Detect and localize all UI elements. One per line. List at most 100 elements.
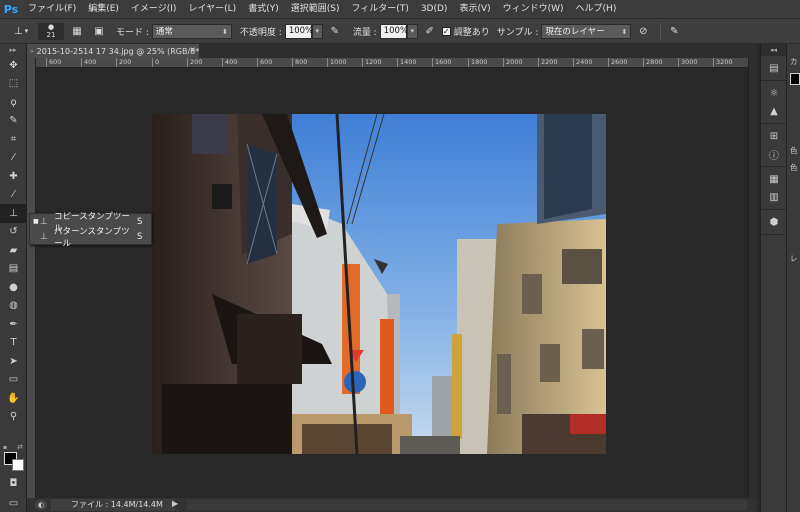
screen-mode-icon[interactable]: ▭ (0, 494, 27, 512)
flyout-item-shortcut: S (137, 216, 143, 227)
ruler-tick: 400 (222, 58, 237, 67)
collapse-icon[interactable]: ◂◂ (761, 44, 786, 56)
menu-help[interactable]: ヘルプ(H) (570, 0, 623, 19)
menu-file[interactable]: ファイル(F) (22, 0, 82, 19)
menu-type[interactable]: 書式(Y) (242, 0, 285, 19)
status-menu-arrow-icon[interactable]: ▶ (172, 499, 178, 508)
flow-slider-toggle[interactable]: ▾ (406, 23, 418, 39)
ruler-tick: 3000 (678, 58, 698, 67)
tool-flyout-menu: ■ ⊥ コピースタンプツール S ⊥ パターンスタンプツール S (29, 212, 152, 249)
zoom-indicator-icon[interactable]: ◐ (35, 500, 47, 510)
airbrush-button[interactable]: ✐ (422, 23, 438, 40)
crop-tool-icon[interactable]: ⌗ (0, 130, 27, 149)
menu-select[interactable]: 選択範囲(S) (285, 0, 346, 19)
ruler-tick: 1200 (362, 58, 382, 67)
sample-select[interactable]: 現在のレイヤー ⬍ (541, 23, 632, 39)
panel-tab-color[interactable]: カ (787, 56, 800, 67)
clone-stamp-icon: ⊥ (40, 216, 48, 227)
pen-tool-icon[interactable]: ✒ (0, 315, 27, 334)
ruler-tick: 2200 (538, 58, 558, 67)
background-color-swatch[interactable] (12, 459, 24, 471)
clone-source-panel-toggle[interactable]: ▣ (90, 23, 108, 40)
photoshop-logo: Ps (3, 2, 19, 16)
clone-stamp-tool-icon[interactable]: ⊥ (0, 204, 27, 223)
marquee-tool-icon[interactable]: ⬚ (0, 75, 27, 94)
swatches-panel-icon[interactable]: ▦ (761, 170, 787, 188)
blur-tool-icon[interactable]: ● (0, 278, 27, 297)
notes-panel-icon[interactable]: ▥ (761, 188, 787, 206)
color-panel-swatch[interactable] (790, 73, 800, 85)
quick-selection-tool-icon[interactable]: ✎ (0, 112, 27, 131)
menu-edit[interactable]: 編集(E) (82, 0, 125, 19)
brush-tool-icon[interactable]: ⁄ (0, 186, 27, 205)
tool-preset-picker[interactable]: ⊥ ▾ (8, 23, 34, 40)
tablet-pressure-opacity-button[interactable]: ✎ (327, 23, 343, 40)
document-tab[interactable]: » 2015-10-2514 17 34.jpg @ 25% (RGB/8*) … (27, 44, 199, 58)
ruler-tick: 200 (187, 58, 202, 67)
brush-panel-toggle[interactable]: ▦ (68, 23, 86, 40)
quick-mask-icon[interactable]: ◘ (0, 474, 27, 493)
histogram-panel-icon[interactable]: ▲ (761, 102, 787, 120)
brush-size: 21 (46, 31, 56, 39)
hand-tool-icon[interactable]: ✋ (0, 389, 27, 408)
horizontal-scrollbar[interactable] (187, 500, 747, 510)
info-panel-icon[interactable]: ⓘ (761, 145, 787, 163)
menu-3d[interactable]: 3D(D) (415, 0, 454, 19)
3d-panel-icon[interactable]: ⬢ (761, 213, 787, 231)
horizontal-ruler[interactable]: 600 400 200 0 200 400 600 800 1000 1200 … (36, 58, 748, 68)
chevron-down-icon: ⬍ (621, 27, 628, 36)
menu-view[interactable]: 表示(V) (453, 0, 496, 19)
move-tool-icon[interactable]: ✥ (0, 56, 27, 75)
eraser-tool-icon[interactable]: ▰ (0, 241, 27, 260)
collapse-icon[interactable]: ▸▸ (0, 44, 26, 56)
swap-colors-icon[interactable]: ⇄ (17, 443, 23, 451)
panel-tab-styles[interactable]: 色 (787, 162, 800, 173)
opacity-label: 不透明度 : (239, 27, 282, 38)
healing-brush-tool-icon[interactable]: ✚ (0, 167, 27, 186)
zoom-tool-icon[interactable]: ⚲ (0, 408, 27, 427)
menu-window[interactable]: ウィンドウ(W) (497, 0, 570, 19)
mode-label: モード : (116, 27, 149, 38)
rectangle-tool-icon[interactable]: ▭ (0, 371, 27, 390)
panel-tab-adjustments[interactable]: 色 (787, 145, 800, 156)
clone-source-panel-icon[interactable]: ⊞ (761, 127, 787, 145)
dodge-tool-icon[interactable]: ◍ (0, 297, 27, 316)
flow-input[interactable]: 100% (379, 23, 408, 39)
ruler-tick: 1000 (327, 58, 347, 67)
close-icon[interactable]: × (189, 45, 196, 54)
type-tool-icon[interactable]: T (0, 334, 27, 353)
gradient-tool-icon[interactable]: ▤ (0, 260, 27, 279)
history-panel-icon[interactable]: ▤ (761, 59, 787, 77)
collapse-icon: » (30, 47, 34, 55)
opacity-input[interactable]: 100% (284, 23, 313, 39)
vertical-ruler[interactable] (27, 58, 36, 498)
options-bar: ⊥ ▾ ● 21 ▦ ▣ モード : 通常 ⬍ 不透明度 : 100% ▾ ✎ 流… (0, 19, 800, 44)
vertical-scrollbar[interactable] (748, 58, 757, 498)
adjustments-panel-icon[interactable]: ☼ (761, 84, 787, 102)
aligned-checkbox[interactable]: ✓ (441, 26, 451, 36)
tablet-pressure-size-button[interactable]: ✎ (666, 23, 682, 40)
ignore-adjustment-layers-button[interactable]: ⊘ (635, 23, 651, 40)
ruler-tick: 600 (257, 58, 272, 67)
default-colors-icon[interactable]: ▪ (3, 444, 7, 451)
history-brush-tool-icon[interactable]: ↺ (0, 223, 27, 242)
ruler-tick: 1600 (432, 58, 452, 67)
pen-pressure-size-icon: ✎ (670, 25, 679, 37)
brush-panel-icon: ▦ (72, 25, 82, 37)
status-info[interactable]: ファイル : 14.4M/14.4M (51, 499, 175, 511)
path-selection-tool-icon[interactable]: ➤ (0, 352, 27, 371)
aligned-label: 調整あり (453, 27, 490, 38)
canvas-image[interactable] (152, 114, 606, 454)
brush-preset-picker[interactable]: ● 21 (38, 22, 64, 40)
menu-layer[interactable]: レイヤー(L) (182, 0, 242, 19)
flyout-item-pattern-stamp[interactable]: ⊥ パターンスタンプツール S (30, 227, 151, 249)
panel-tab-layers[interactable]: レ (787, 253, 800, 264)
eyedropper-tool-icon[interactable]: ⁄ (0, 149, 27, 168)
menu-image[interactable]: イメージ(I) (125, 0, 183, 19)
opacity-slider-toggle[interactable]: ▾ (311, 23, 323, 39)
ruler-tick: 400 (81, 58, 96, 67)
document-tab-bar: » 2015-10-2514 17 34.jpg @ 25% (RGB/8*) … (27, 44, 757, 58)
lasso-tool-icon[interactable]: ϙ (0, 93, 27, 112)
menu-filter[interactable]: フィルター(T) (345, 0, 414, 19)
mode-select[interactable]: 通常 ⬍ (151, 23, 232, 39)
